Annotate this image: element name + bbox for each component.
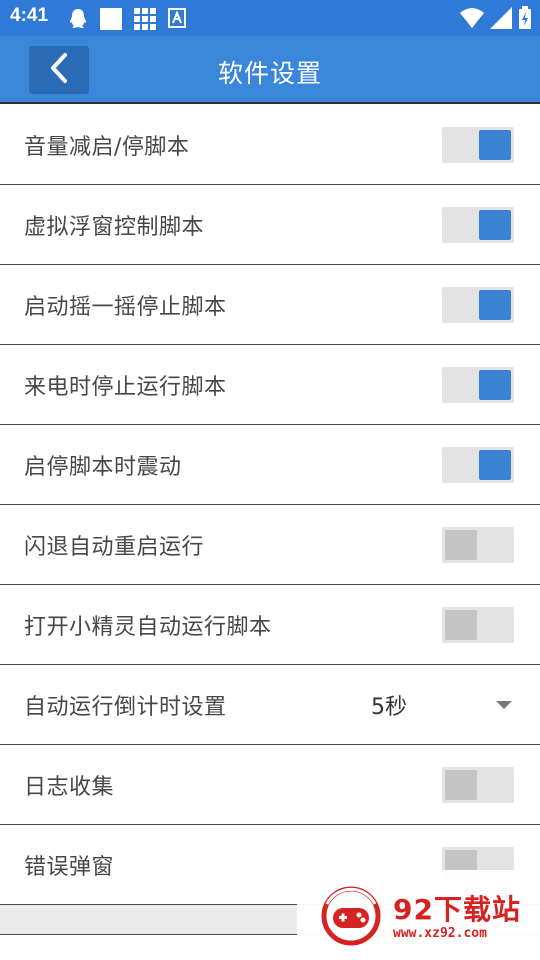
setting-label: 来电时停止运行脚本 xyxy=(24,375,227,400)
setting-row-auto-run: 打开小精灵自动运行脚本 xyxy=(0,585,540,665)
call-stop-toggle[interactable] xyxy=(442,367,514,403)
setting-row-log-collect: 日志收集 xyxy=(0,745,540,825)
setting-row-countdown: 自动运行倒计时设置 5秒 xyxy=(0,665,540,745)
page-title: 软件设置 xyxy=(217,59,322,88)
setting-label: 闪退自动重启运行 xyxy=(24,535,205,560)
shake-stop-toggle[interactable] xyxy=(442,287,514,323)
setting-label: 虚拟浮窗控制脚本 xyxy=(24,215,205,240)
dropdown-arrow-icon xyxy=(496,701,512,709)
setting-label: 日志收集 xyxy=(24,775,115,800)
status-bar: 4:41 xyxy=(0,0,540,36)
wifi-icon xyxy=(460,7,484,33)
log-collect-toggle[interactable] xyxy=(442,767,514,803)
setting-label: 音量减启/停脚本 xyxy=(24,135,190,160)
grid-icon xyxy=(134,8,156,34)
auto-run-toggle[interactable] xyxy=(442,607,514,643)
qq-icon xyxy=(68,8,88,34)
countdown-value: 5秒 xyxy=(371,695,407,720)
watermark: 92下载站 www.xz92.com xyxy=(297,870,540,960)
setting-row-vibrate: 启停脚本时震动 xyxy=(0,425,540,505)
crash-restart-toggle[interactable] xyxy=(442,527,514,563)
setting-label: 自动运行倒计时设置 xyxy=(24,695,227,720)
setting-label: 打开小精灵自动运行脚本 xyxy=(24,615,272,640)
watermark-url: www.xz92.com xyxy=(393,926,487,941)
setting-row-shake-stop: 启动摇一摇停止脚本 xyxy=(0,265,540,345)
gamepad-logo-icon xyxy=(319,886,383,950)
setting-row-call-stop: 来电时停止运行脚本 xyxy=(0,345,540,425)
vibrate-toggle[interactable] xyxy=(442,447,514,483)
app-bar: 软件设置 xyxy=(0,36,540,104)
signal-icon xyxy=(490,7,512,33)
a-icon xyxy=(168,8,186,32)
setting-row-floating-window: 虚拟浮窗控制脚本 xyxy=(0,185,540,265)
setting-label: 启停脚本时震动 xyxy=(24,455,182,480)
volume-key-toggle[interactable] xyxy=(442,127,514,163)
floating-window-toggle[interactable] xyxy=(442,207,514,243)
setting-row-crash-restart: 闪退自动重启运行 xyxy=(0,505,540,585)
battery-icon xyxy=(518,6,532,34)
status-time: 4:41 xyxy=(10,5,49,26)
watermark-text: 92下载站 xyxy=(393,893,521,926)
square-icon xyxy=(100,8,122,34)
settings-list: 音量减启/停脚本 虚拟浮窗控制脚本 启动摇一摇停止脚本 来电时停止运行脚本 启停… xyxy=(0,105,540,905)
setting-label: 错误弹窗 xyxy=(24,855,115,880)
setting-label: 启动摇一摇停止脚本 xyxy=(24,295,227,320)
setting-row-volume-key: 音量减启/停脚本 xyxy=(0,105,540,185)
